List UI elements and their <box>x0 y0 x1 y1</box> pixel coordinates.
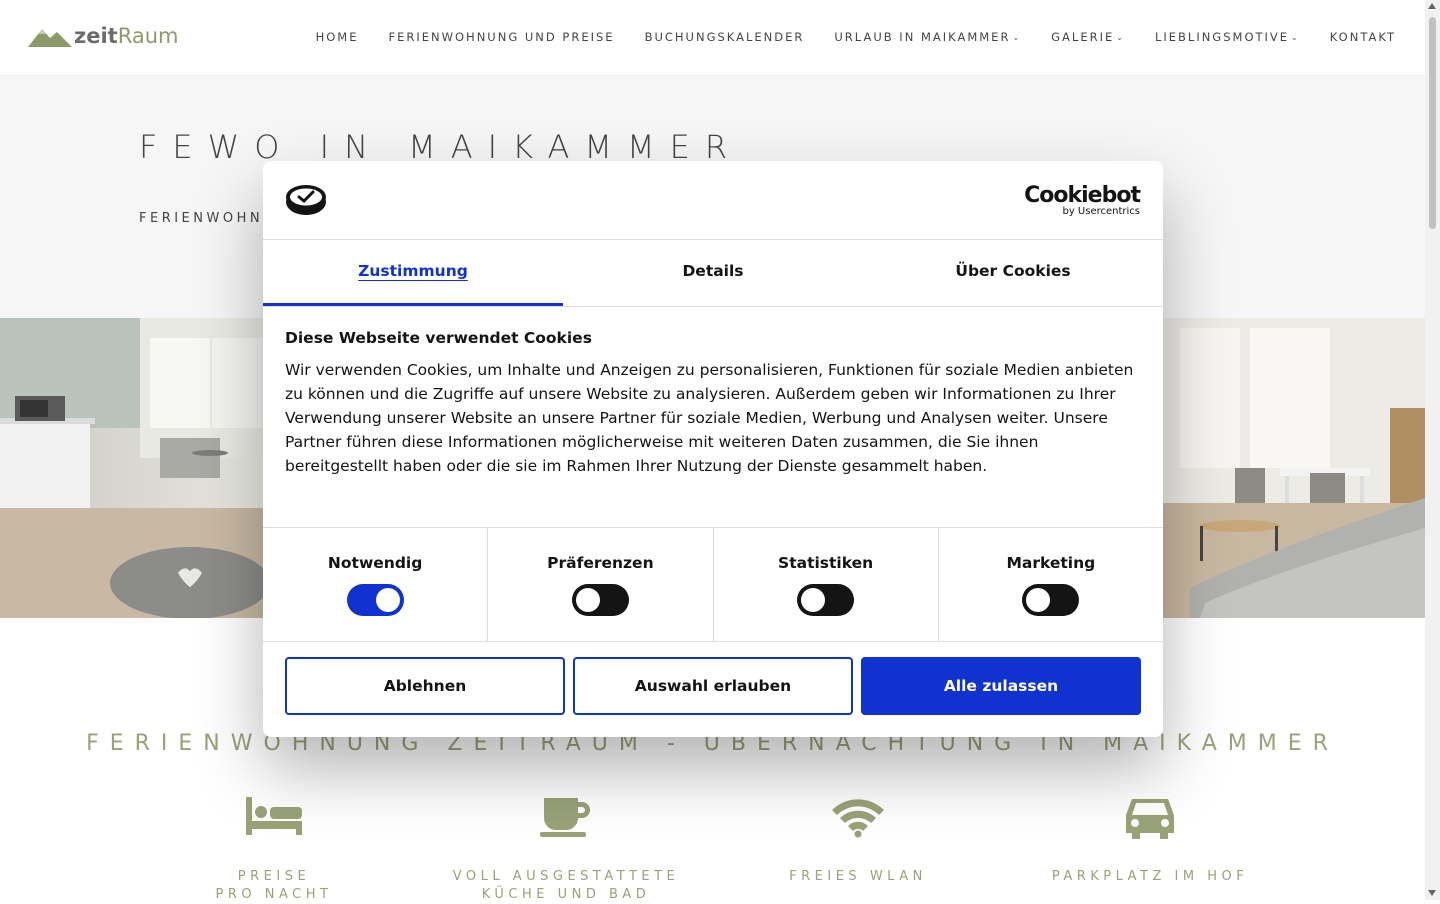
main-nav: HOME FERIENWOHNUNG UND PREISE BUCHUNGSKA… <box>286 30 1396 44</box>
allow-selection-button[interactable]: Auswahl erlauben <box>573 657 853 715</box>
nav-item-kontakt[interactable]: KONTAKT <box>1330 30 1396 44</box>
tab-zustimmung[interactable]: Zustimmung <box>263 240 563 306</box>
mountain-logo-icon <box>28 29 72 47</box>
toggle-notwendig[interactable] <box>346 584 404 616</box>
allow-all-button[interactable]: Alle zulassen <box>861 657 1141 715</box>
dialog-tabs: Zustimmung Details Über Cookies <box>263 240 1163 307</box>
scroll-thumb[interactable] <box>1429 17 1436 229</box>
feature-label: VOLL AUSGESTATTETE KÜCHE UND BAD <box>452 869 680 902</box>
dialog-buttons: Ablehnen Auswahl erlauben Alle zulassen <box>285 657 1141 715</box>
toggle-knob <box>575 588 600 612</box>
tab-ueber-cookies[interactable]: Über Cookies <box>863 240 1163 306</box>
feature-label: FREIES WLAN <box>789 869 927 884</box>
site-logo[interactable]: zeitRaum <box>28 24 178 48</box>
toggle-praeferenzen[interactable] <box>571 584 629 616</box>
scroll-down-arrow-icon[interactable] <box>1428 890 1436 896</box>
nav-label: HOME <box>315 30 359 44</box>
category-marketing: Marketing <box>939 528 1163 641</box>
category-praeferenzen: Präferenzen <box>488 528 714 641</box>
feature-label: PARKPLATZ IM HOF <box>1051 869 1249 884</box>
feature-prices: PREISE PRO NACHT <box>144 790 404 904</box>
feature-label: PREISE PRO NACHT <box>215 869 333 902</box>
toggle-knob <box>801 588 826 612</box>
logo-text-part1: zeit <box>74 24 118 48</box>
cookiebot-logo[interactable]: Cookiebot by Usercentrics <box>1024 183 1141 217</box>
nav-label: FERIENWOHNUNG UND PREISE <box>388 30 615 44</box>
chevron-down-icon: ⌄ <box>1291 32 1300 42</box>
site-header: zeitRaum HOME FERIENWOHNUNG UND PREISE B… <box>0 0 1425 76</box>
toggle-marketing[interactable] <box>1022 584 1080 616</box>
logo-text: zeitRaum <box>74 24 178 48</box>
nav-label: URLAUB IN MAIKAMMER <box>834 30 1011 44</box>
scroll-up-arrow-icon[interactable] <box>1428 3 1436 9</box>
consent-categories: Notwendig Präferenzen Statistiken Market… <box>263 527 1163 642</box>
nav-item-lieblingsmotive[interactable]: LIEBLINGSMOTIVE ⌄ <box>1155 30 1300 44</box>
nav-item-home[interactable]: HOME <box>316 30 359 44</box>
coffee-cup-icon <box>436 790 696 844</box>
dialog-header: Cookiebot by Usercentrics <box>263 161 1163 240</box>
category-label: Präferenzen <box>547 554 654 572</box>
nav-label: KONTAKT <box>1329 30 1396 44</box>
nav-item-buchungskalender[interactable]: BUCHUNGSKALENDER <box>645 30 805 44</box>
cookie-consent-dialog: Cookiebot by Usercentrics Zustimmung Det… <box>263 161 1163 737</box>
wifi-icon <box>728 790 988 844</box>
feature-kitchen: VOLL AUSGESTATTETE KÜCHE UND BAD <box>436 790 696 904</box>
feature-wifi: FREIES WLAN <box>728 790 988 886</box>
category-label: Marketing <box>1006 554 1096 572</box>
tab-details[interactable]: Details <box>563 240 863 306</box>
nav-item-urlaub[interactable]: URLAUB IN MAIKAMMER ⌄ <box>834 30 1021 44</box>
chevron-down-icon: ⌄ <box>1116 32 1125 42</box>
nav-label: LIEBLINGSMOTIVE <box>1154 30 1290 44</box>
category-label: Notwendig <box>327 554 423 572</box>
dialog-title: Diese Webseite verwendet Cookies <box>285 329 592 347</box>
car-icon <box>1020 790 1280 844</box>
decline-button[interactable]: Ablehnen <box>285 657 565 715</box>
category-statistiken: Statistiken <box>714 528 939 641</box>
category-notwendig: Notwendig <box>263 528 489 641</box>
feature-parking: PARKPLATZ IM HOF <box>1020 790 1280 886</box>
dialog-description: Wir verwenden Cookies, um Inhalte und An… <box>285 361 1134 475</box>
toggle-statistiken[interactable] <box>797 584 855 616</box>
toggle-knob <box>375 588 400 612</box>
logo-text-part2: Raum <box>117 24 179 48</box>
page-scrollbar[interactable] <box>1425 0 1440 900</box>
cookiebot-badge-icon <box>286 185 326 215</box>
toggle-knob <box>1026 588 1051 612</box>
dialog-body: Diese Webseite verwendet Cookies Wir ver… <box>285 329 1141 478</box>
nav-label: GALERIE <box>1051 30 1115 44</box>
nav-item-galerie[interactable]: GALERIE ⌄ <box>1051 30 1125 44</box>
chevron-down-icon: ⌄ <box>1012 32 1022 42</box>
nav-label: BUCHUNGSKALENDER <box>644 30 805 44</box>
category-label: Statistiken <box>778 554 874 572</box>
nav-item-ferienwohnung[interactable]: FERIENWOHNUNG UND PREISE <box>389 30 615 44</box>
bed-icon <box>144 790 404 844</box>
